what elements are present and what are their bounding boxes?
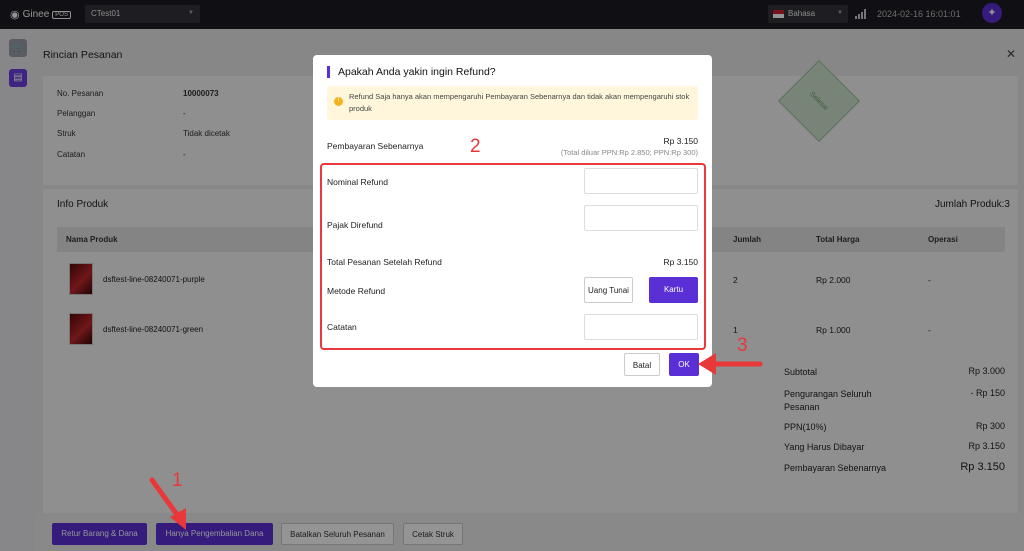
annotation-number-3: 3 [737, 335, 748, 356]
annotation-highlight-box [320, 163, 706, 350]
actual-payment-value: Rp 3.150 [663, 136, 699, 146]
annotation-number-1: 1 [172, 470, 183, 491]
dialog-title: Apakah Anda yakin ingin Refund? [327, 66, 496, 78]
warning-text: Refund Saja hanya akan mempengaruhi Pemb… [349, 92, 690, 113]
ok-button[interactable]: OK [669, 353, 699, 376]
annotation-number-2: 2 [470, 136, 481, 157]
actual-payment-breakdown: (Total diluar PPN:Rp 2.850; PPN:Rp 300) [560, 148, 698, 157]
cancel-button[interactable]: Batal [624, 353, 660, 376]
actual-payment-label: Pembayaran Sebenarnya [327, 141, 424, 151]
warning-notice: ! Refund Saja hanya akan mempengaruhi Pe… [327, 86, 698, 120]
warning-icon: ! [334, 97, 343, 106]
